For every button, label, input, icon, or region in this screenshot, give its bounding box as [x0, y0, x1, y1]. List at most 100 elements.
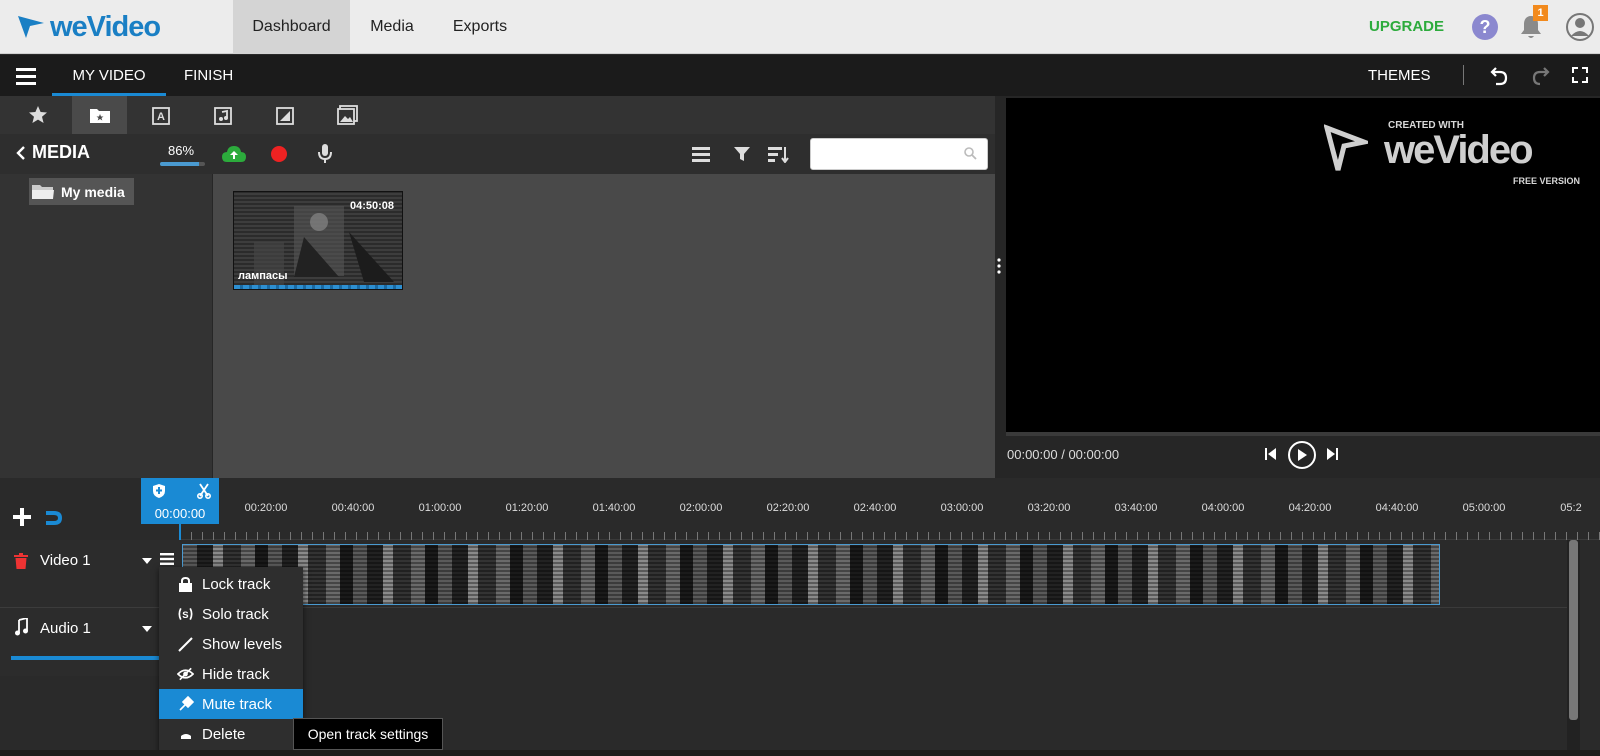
folder-my-media[interactable]: My media: [29, 178, 134, 205]
ruler-tick-label: 02:00:00: [679, 502, 723, 514]
tab-finish[interactable]: FINISH: [184, 55, 233, 96]
timeline-scrollbar[interactable]: [1567, 540, 1580, 756]
solo-icon: S: [177, 606, 194, 622]
tab-my-video[interactable]: MY VIDEO: [52, 55, 166, 96]
menu-item-show-levels[interactable]: Show levels: [159, 629, 303, 659]
record-icon[interactable]: [271, 146, 287, 162]
preview-screen[interactable]: CREATED WITH weVideo FREE VERSION: [1006, 98, 1600, 432]
play-button[interactable]: [1288, 441, 1316, 469]
text-icon: A: [151, 107, 170, 125]
folder-icon: [32, 184, 54, 199]
svg-text:S: S: [182, 610, 188, 621]
trash-icon[interactable]: [14, 553, 28, 569]
scissors-icon[interactable]: [197, 483, 211, 499]
menu-item-hide-track[interactable]: Hide track: [159, 659, 303, 689]
ruler-tick-label: 03:40:00: [1114, 502, 1158, 514]
timeline-ruler[interactable]: 00:20:00 00:40:00 01:00:00 01:20:00 01:40:00…: [180, 478, 1600, 540]
image-icon: [336, 105, 358, 125]
nav-dashboard[interactable]: Dashboard: [233, 0, 350, 54]
list-view-icon[interactable]: [692, 146, 710, 162]
skip-forward-icon[interactable]: [1326, 448, 1338, 460]
menu-item-lock-track[interactable]: Lock track: [159, 569, 303, 599]
ruler-tick-label: 04:40:00: [1375, 502, 1419, 514]
menu-item-label: Hide track: [202, 665, 270, 683]
media-search-input[interactable]: [810, 138, 988, 170]
ruler-tick-label: 02:40:00: [853, 502, 897, 514]
playhead-marker[interactable]: 00:00:00: [141, 478, 219, 524]
notification-count-badge: 1: [1533, 5, 1548, 21]
filter-icon[interactable]: [733, 146, 751, 162]
preview-scrub-bar[interactable]: [1006, 432, 1600, 436]
transition-icon: [275, 107, 294, 125]
chevron-down-icon[interactable]: [142, 558, 152, 564]
audio-level-bar[interactable]: [11, 656, 159, 660]
ruler-tick-label: 01:40:00: [592, 502, 636, 514]
track-menu-icon[interactable]: [160, 553, 174, 565]
redo-icon[interactable]: [1532, 66, 1550, 86]
mute-icon: [177, 696, 194, 712]
folder-label: My media: [61, 183, 125, 200]
media-back-button[interactable]: MEDIA: [16, 142, 90, 163]
scrollbar-thumb[interactable]: [1569, 540, 1578, 720]
music-icon: [213, 107, 232, 125]
nav-media[interactable]: Media: [350, 0, 434, 54]
tab-images[interactable]: [320, 96, 375, 134]
track-name: Audio 1: [40, 620, 91, 637]
tab-text[interactable]: A: [134, 96, 189, 134]
track-settings-tooltip: Open track settings: [293, 718, 443, 750]
hamburger-menu-icon[interactable]: [16, 67, 36, 85]
eye-slash-icon: [177, 666, 194, 682]
menu-item-label: Solo track: [202, 605, 269, 623]
tab-audio[interactable]: [196, 96, 251, 134]
add-track-icon[interactable]: [13, 508, 31, 526]
delete-icon: [177, 726, 194, 742]
music-note-icon: [14, 618, 28, 636]
logo-mark-icon: [18, 16, 44, 38]
menu-item-mute-track[interactable]: Mute track: [159, 689, 303, 719]
clip-progress-bar: [234, 285, 402, 289]
track-header-audio: Audio 1: [0, 608, 180, 676]
chevron-down-icon[interactable]: [142, 626, 152, 632]
search-icon[interactable]: [964, 147, 977, 160]
wevideo-logo[interactable]: weVideo: [16, 11, 161, 43]
panel-resize-handle-icon[interactable]: [997, 258, 1001, 274]
undo-icon[interactable]: [1490, 66, 1508, 86]
tab-transitions[interactable]: [258, 96, 313, 134]
upgrade-link[interactable]: UPGRADE: [1369, 0, 1444, 54]
playhead-time: 00:00:00: [154, 506, 206, 521]
ruler-tick-label: 01:00:00: [418, 502, 462, 514]
help-icon[interactable]: ?: [1472, 14, 1498, 40]
shield-icon[interactable]: [153, 484, 165, 498]
track-context-menu: Lock track S Solo track Show levels Hide…: [159, 567, 303, 756]
menu-item-delete[interactable]: Delete: [159, 719, 303, 749]
menu-item-label: Lock track: [202, 575, 271, 593]
nav-exports[interactable]: Exports: [434, 0, 526, 54]
user-avatar-icon[interactable]: [1565, 12, 1595, 42]
preview-timecode: 00:00:00 / 00:00:00: [1007, 447, 1120, 462]
media-toolbar: MEDIA 86%: [0, 134, 995, 174]
ruler-tick-label: 03:00:00: [940, 502, 984, 514]
skip-back-icon[interactable]: [1265, 448, 1277, 460]
microphone-icon[interactable]: [317, 143, 333, 165]
ruler-tick-label: 02:20:00: [766, 502, 810, 514]
watermark-logo-text: weVideo: [1384, 128, 1534, 172]
menu-item-label: Mute track: [202, 695, 273, 713]
ruler-tick-label: 05:00:00: [1462, 502, 1506, 514]
upload-cloud-icon[interactable]: [221, 144, 247, 164]
fullscreen-icon[interactable]: [1572, 67, 1588, 83]
tab-my-media[interactable]: [72, 96, 127, 134]
ruler-tick-label: 05:2: [1560, 502, 1582, 514]
video-track-lane[interactable]: [180, 540, 1567, 608]
track-header-video: Video 1: [0, 540, 180, 608]
magnet-snap-icon[interactable]: [44, 510, 62, 526]
logo-text: weVideo: [50, 11, 161, 43]
sort-icon[interactable]: [768, 145, 790, 163]
ruler-ticks: [180, 532, 1600, 540]
media-clip-thumbnail[interactable]: 04:50:08 лампасы: [233, 191, 403, 290]
menu-item-solo-track[interactable]: S Solo track: [159, 599, 303, 629]
themes-button[interactable]: THEMES: [1368, 55, 1431, 96]
timeline-video-clip[interactable]: [182, 544, 1440, 605]
tab-favorites[interactable]: [10, 96, 65, 134]
watermark-logo-mark-icon: [1324, 124, 1368, 171]
video-preview-panel: CREATED WITH weVideo FREE VERSION: [995, 96, 1600, 478]
